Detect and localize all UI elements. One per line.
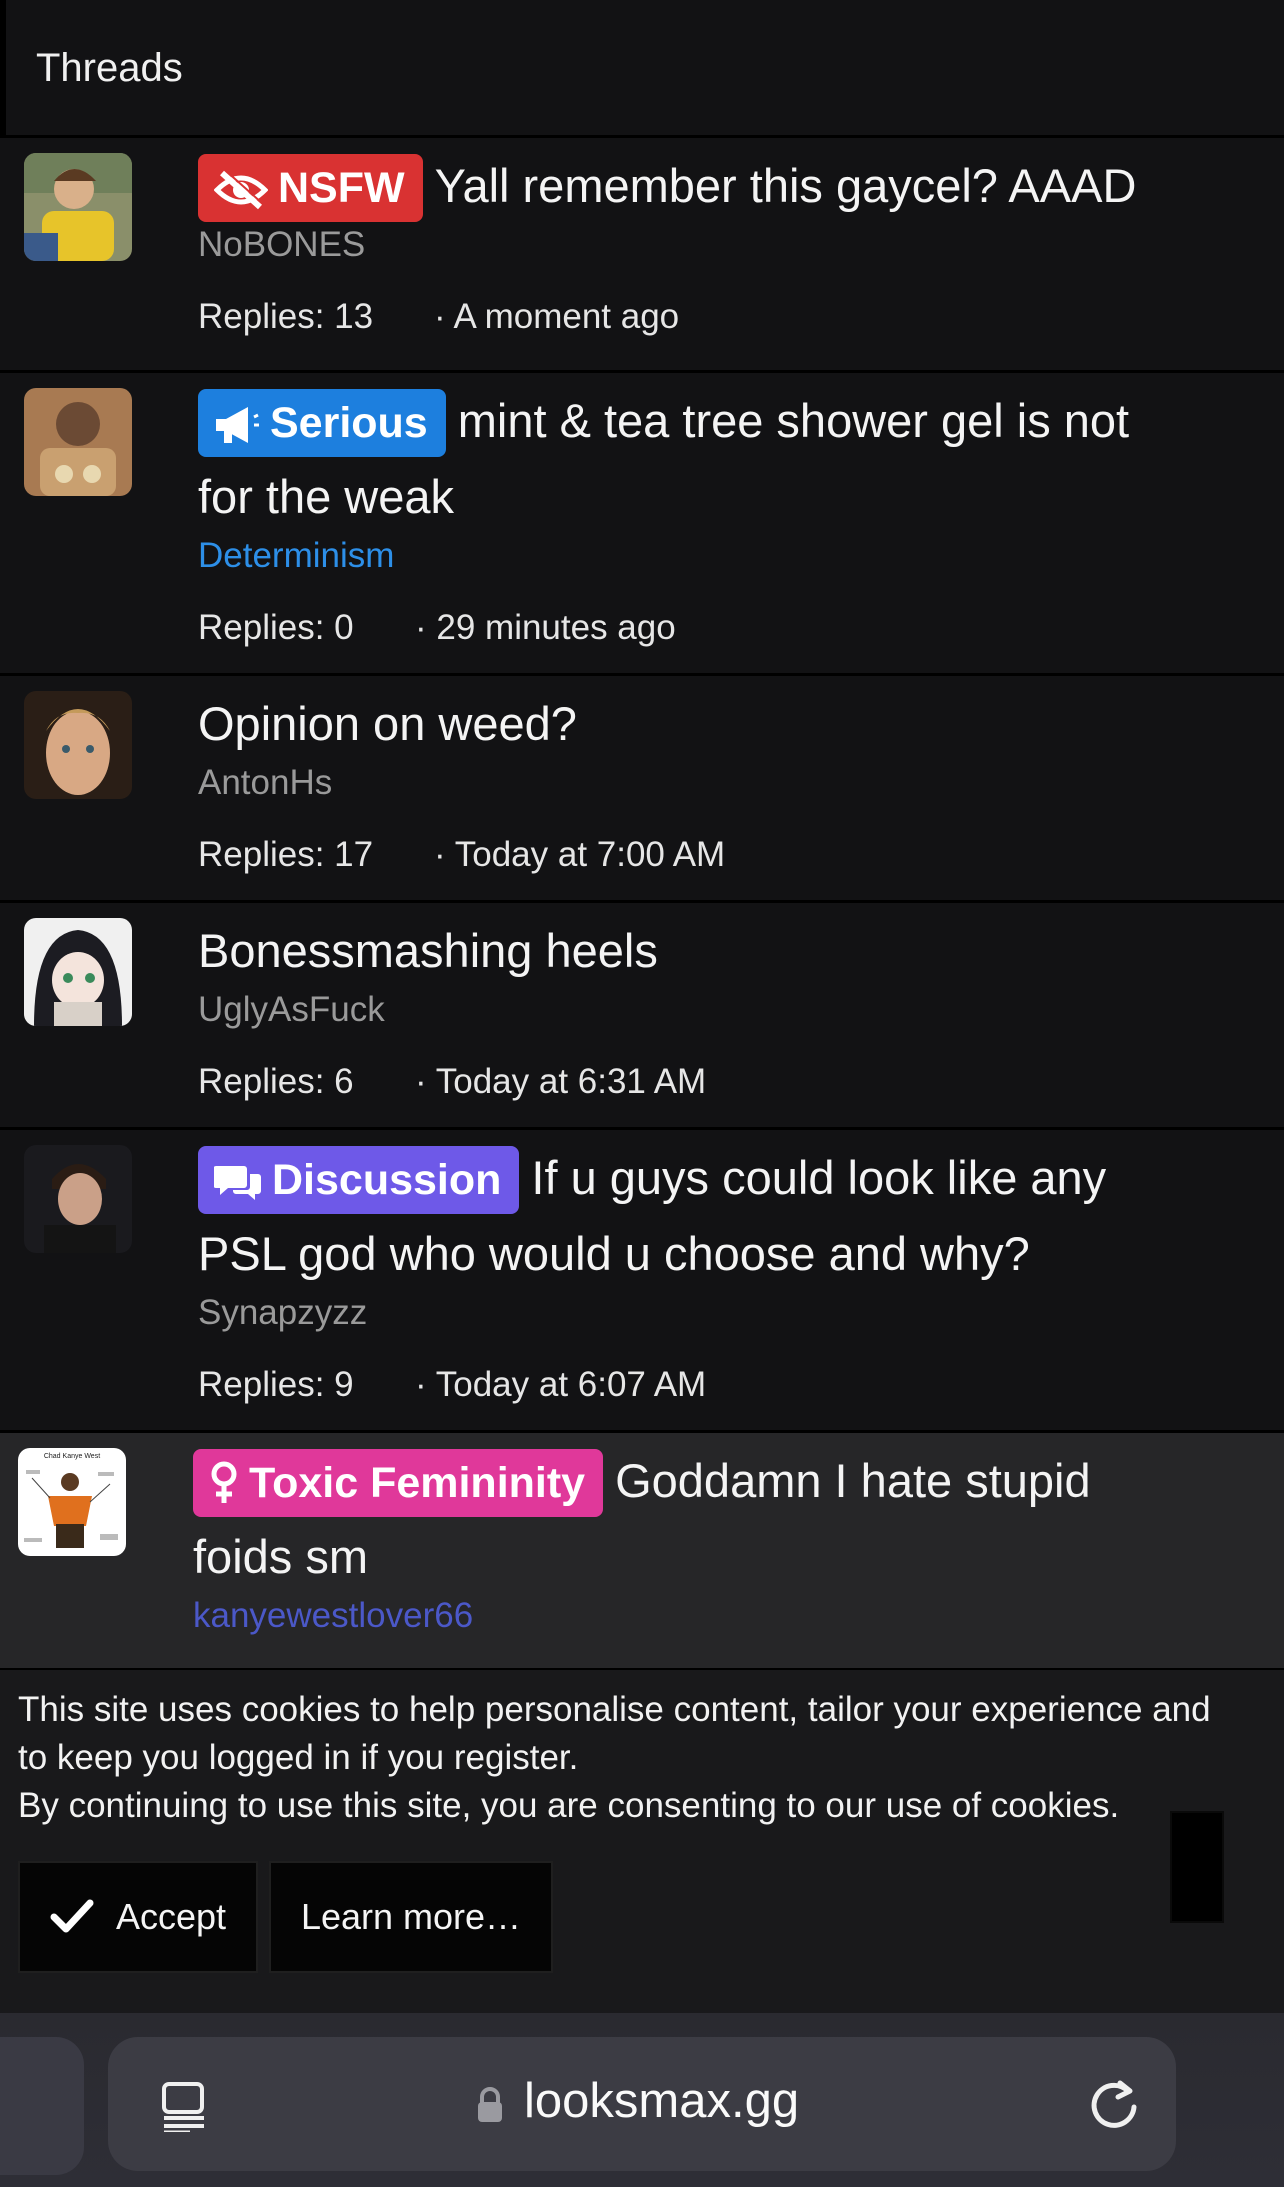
- reply-count: Replies: 6: [198, 1062, 354, 1101]
- avatar[interactable]: [24, 388, 132, 496]
- prefix-badge-discussion[interactable]: Discussion: [198, 1146, 520, 1214]
- reload-icon[interactable]: [1086, 2077, 1142, 2133]
- cookie-dismiss-button[interactable]: [1170, 1811, 1224, 1923]
- section-title: Threads: [36, 46, 183, 90]
- cookie-message: This site uses cookies to help personali…: [18, 1690, 1211, 1825]
- eye-slash-icon: [213, 169, 269, 210]
- thread-time[interactable]: · Today at 6:31 AM: [415, 1059, 706, 1105]
- thread-time[interactable]: · A moment ago: [434, 294, 679, 340]
- bullhorn-icon: [216, 407, 259, 443]
- prefix-badge-toxic-femininity[interactable]: Toxic Femininity: [193, 1449, 604, 1517]
- thread-time[interactable]: · 29 minutes ago: [415, 605, 676, 651]
- comments-icon: [213, 1166, 261, 1200]
- lock-icon: [478, 2087, 502, 2122]
- thread-title[interactable]: Opinion on weed?: [198, 686, 1244, 762]
- thread-title-cont[interactable]: for the weak: [198, 459, 1244, 535]
- cookie-notice: This site uses cookies to help personali…: [0, 1668, 1284, 2013]
- thread-title[interactable]: Bonessmashing heels: [198, 913, 1244, 989]
- avatar[interactable]: [24, 918, 132, 1026]
- reply-count: Replies: 0: [198, 608, 354, 647]
- thread-row[interactable]: Discussion If u guys could look like any …: [0, 1130, 1284, 1433]
- address-bar[interactable]: looksmax.gg: [108, 2037, 1176, 2171]
- thread-author[interactable]: Determinism: [198, 533, 1244, 579]
- thread-title-cont[interactable]: foids sm: [193, 1519, 1244, 1595]
- thread-row[interactable]: Bonessmashing heels UglyAsFuck Replies: …: [0, 903, 1284, 1130]
- thread-row[interactable]: Serious mint & tea tree shower gel is not…: [0, 373, 1284, 676]
- thread-title[interactable]: If u guys could look like any: [531, 1151, 1106, 1204]
- thread-time[interactable]: · Today at 7:00 AM: [434, 832, 725, 878]
- avatar[interactable]: Chad Kanye West: [18, 1448, 126, 1556]
- app-screen: Threads NSFW Yall remember this gaycel? A…: [0, 0, 1284, 2187]
- thread-author[interactable]: NoBONES: [198, 222, 1244, 268]
- avatar[interactable]: [24, 153, 132, 261]
- threads-header: Threads: [0, 0, 1284, 138]
- checkmark-icon: [50, 1899, 94, 1933]
- thread-title[interactable]: Yall remember this gaycel? AAAD: [435, 159, 1137, 212]
- reply-count: Replies: 13: [198, 297, 374, 336]
- thread-row[interactable]: Opinion on weed? AntonHs Replies: 17 · To…: [0, 676, 1284, 903]
- reply-count: Replies: 17: [198, 835, 374, 874]
- avatar-caption: Chad Kanye West: [44, 1453, 100, 1460]
- reader-mode-icon[interactable]: [160, 2080, 208, 2132]
- thread-title[interactable]: Goddamn I hate stupid: [615, 1454, 1091, 1507]
- browser-toolbar: looksmax.gg: [0, 2013, 1284, 2187]
- thread-author[interactable]: Synapzyzz: [198, 1290, 1244, 1336]
- previous-tab[interactable]: [0, 2037, 84, 2175]
- url-text[interactable]: looksmax.gg: [524, 2073, 799, 2129]
- thread-author[interactable]: UglyAsFuck: [198, 987, 1244, 1033]
- thread-author[interactable]: AntonHs: [198, 760, 1244, 806]
- thread-title-cont[interactable]: PSL god who would u choose and why?: [198, 1216, 1244, 1292]
- learn-more-button[interactable]: Learn more…: [269, 1861, 553, 1973]
- avatar[interactable]: [24, 1145, 132, 1253]
- prefix-badge-serious[interactable]: Serious: [198, 389, 446, 457]
- avatar[interactable]: [24, 691, 132, 799]
- thread-row[interactable]: NSFW Yall remember this gaycel? AAAD NoBO…: [0, 138, 1284, 373]
- thread-title[interactable]: mint & tea tree shower gel is not: [458, 394, 1129, 447]
- accept-button[interactable]: Accept: [18, 1861, 258, 1973]
- thread-author[interactable]: kanyewestlover66: [193, 1593, 1244, 1639]
- thread-time[interactable]: · Today at 6:07 AM: [415, 1362, 706, 1408]
- reply-count: Replies: 9: [198, 1365, 354, 1404]
- thread-row[interactable]: Chad Kanye West Toxic Femininity Goddamn …: [0, 1433, 1284, 1673]
- prefix-badge-nsfw[interactable]: NSFW: [198, 154, 423, 222]
- venus-icon: [211, 1461, 237, 1503]
